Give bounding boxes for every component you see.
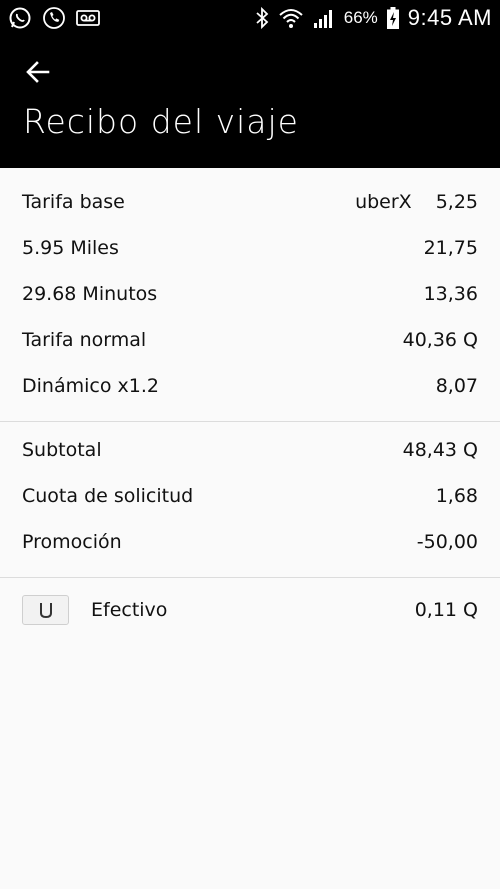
fare-label: Tarifa base — [22, 191, 125, 213]
subtotal-row: Subtotal 48,43 Q — [0, 427, 500, 473]
fare-label: 5.95 Miles — [22, 237, 119, 259]
trip-receipt: Tarifa base uberX 5,25 5.95 Miles 21,75 … — [0, 168, 500, 636]
fare-value: 8,07 — [435, 375, 478, 397]
arrow-left-icon — [24, 58, 52, 90]
fare-label: Dinámico x1.2 — [22, 375, 159, 397]
booking-fee-row: Cuota de solicitud 1,68 — [0, 473, 500, 519]
promotion-value: -50,00 — [416, 531, 478, 553]
fare-value: 40,36 Q — [402, 329, 478, 351]
bluetooth-icon — [254, 6, 270, 30]
voicemail-icon — [76, 6, 100, 30]
totals: Subtotal 48,43 Q Cuota de solicitud 1,68… — [0, 422, 500, 577]
fare-value: 5,25 — [435, 191, 478, 213]
subtotal-value: 48,43 Q — [402, 439, 478, 461]
notification-icons — [8, 6, 100, 30]
clock: 9:45 AM — [407, 5, 492, 30]
whatsapp-icon — [8, 6, 32, 30]
fare-label: Tarifa normal — [22, 329, 147, 351]
fare-row-distance: 5.95 Miles 21,75 — [0, 225, 500, 271]
app-bar: Recibo del viaje — [0, 36, 500, 168]
page-title: Recibo del viaje — [23, 102, 299, 141]
wifi-icon — [278, 6, 304, 30]
battery-percent: 66% — [343, 8, 378, 27]
battery-charging-icon — [386, 6, 400, 30]
fare-label: 29.68 Minutos — [22, 283, 158, 305]
fare-row-time: 29.68 Minutos 13,36 — [0, 271, 500, 317]
booking-fee-value: 1,68 — [435, 485, 478, 507]
system-icons: 66% 9:45 AM — [254, 4, 492, 32]
signal-icon — [312, 6, 336, 30]
promotion-row: Promoción -50,00 — [0, 519, 500, 565]
status-bar: 66% 9:45 AM — [0, 0, 500, 36]
booking-fee-label: Cuota de solicitud — [22, 485, 194, 507]
subtotal-label: Subtotal — [22, 439, 102, 461]
promotion-label: Promoción — [22, 531, 122, 553]
fare-row-base: Tarifa base uberX 5,25 — [0, 179, 500, 225]
fare-row-normal: Tarifa normal 40,36 Q — [0, 317, 500, 363]
fare-row-surge: Dinámico x1.2 8,07 — [0, 363, 500, 409]
back-button[interactable] — [20, 56, 56, 92]
fare-breakdown: Tarifa base uberX 5,25 5.95 Miles 21,75 … — [0, 168, 500, 421]
fare-value: 21,75 — [423, 237, 478, 259]
phone-icon — [42, 6, 66, 30]
payment-row: Efectivo 0,11 Q — [0, 578, 500, 636]
payment-value: 0,11 Q — [414, 599, 478, 621]
uber-card-icon — [22, 595, 69, 625]
vehicle-type: uberX — [355, 191, 412, 213]
payment-method: Efectivo — [91, 599, 168, 621]
fare-value: 13,36 — [423, 283, 478, 305]
